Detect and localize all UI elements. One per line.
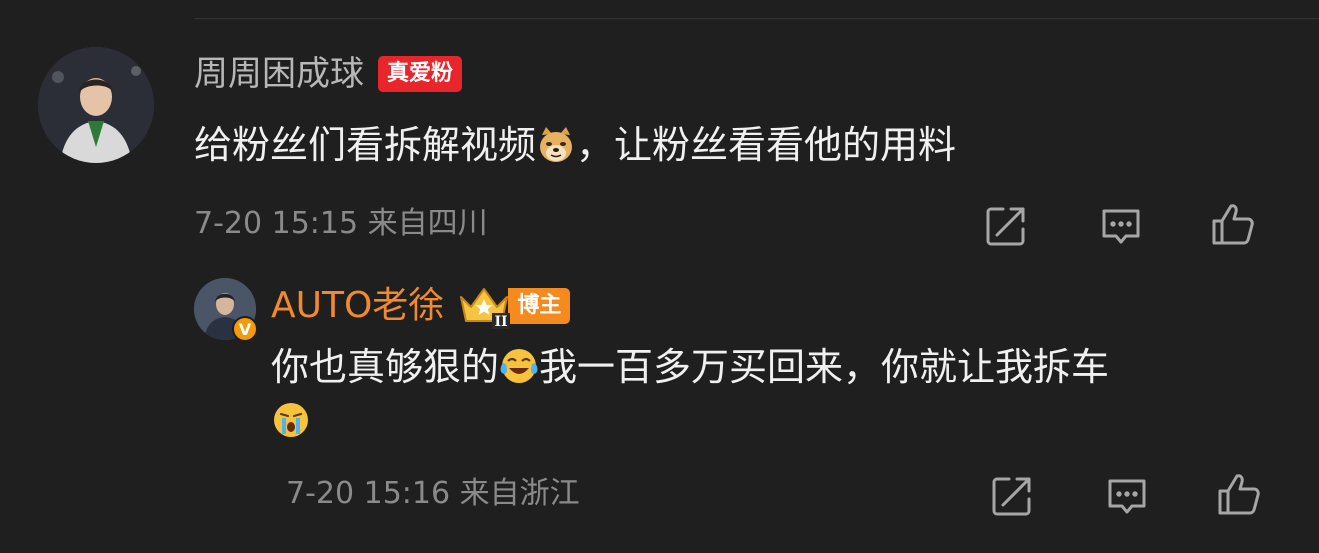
reply-text: 你也真够狠的 我一百多万买回来，你就让我拆车 xyxy=(271,340,1271,448)
fan-badge: 真爱粉 xyxy=(378,56,463,92)
comment-thread: 周周困成球 真爱粉 给粉丝们看拆解视频 ，让粉丝看看他的用料 7-20 15:1… xyxy=(0,0,1319,553)
crown-level-text: II xyxy=(495,314,508,329)
reply-meta: 7-20 15:16 来自浙江 xyxy=(286,476,580,511)
commenter-name-row: 周周困成球 真爱粉 xyxy=(194,52,463,96)
verified-badge: V xyxy=(232,316,258,342)
like-icon[interactable] xyxy=(1216,471,1262,517)
comment-meta: 7-20 15:15 来自四川 xyxy=(194,206,488,241)
commenter-avatar[interactable] xyxy=(38,47,154,163)
comment-text-part: 给粉丝们看拆解视频 xyxy=(194,123,537,167)
comment-icon[interactable] xyxy=(1098,203,1144,249)
laugh-cry-emoji xyxy=(499,346,539,386)
crown-level-icon: II xyxy=(458,283,511,330)
comment-icon[interactable] xyxy=(1104,473,1150,519)
replier-avatar-wrap[interactable]: V xyxy=(194,278,258,342)
share-icon[interactable] xyxy=(989,473,1035,519)
blogger-badge: 博主 xyxy=(508,288,571,324)
reply-text-part: 你也真够狠的 xyxy=(271,345,500,389)
reply-text-part: 我一百多万买回来，你就让我拆车 xyxy=(539,345,1110,389)
doge-emoji xyxy=(536,125,576,165)
comment-text: 给粉丝们看拆解视频 ，让粉丝看看他的用料 xyxy=(194,118,956,172)
comment-text-part: ，让粉丝看看他的用料 xyxy=(576,123,957,167)
commenter-username[interactable]: 周周困成球 xyxy=(194,52,364,96)
replier-username[interactable]: AUTO老徐 xyxy=(271,283,444,329)
like-icon[interactable] xyxy=(1210,201,1256,247)
crying-emoji xyxy=(271,400,311,440)
divider xyxy=(194,18,1319,19)
replier-name-row: AUTO老徐 II 博主 xyxy=(271,283,571,330)
share-icon[interactable] xyxy=(983,203,1029,249)
